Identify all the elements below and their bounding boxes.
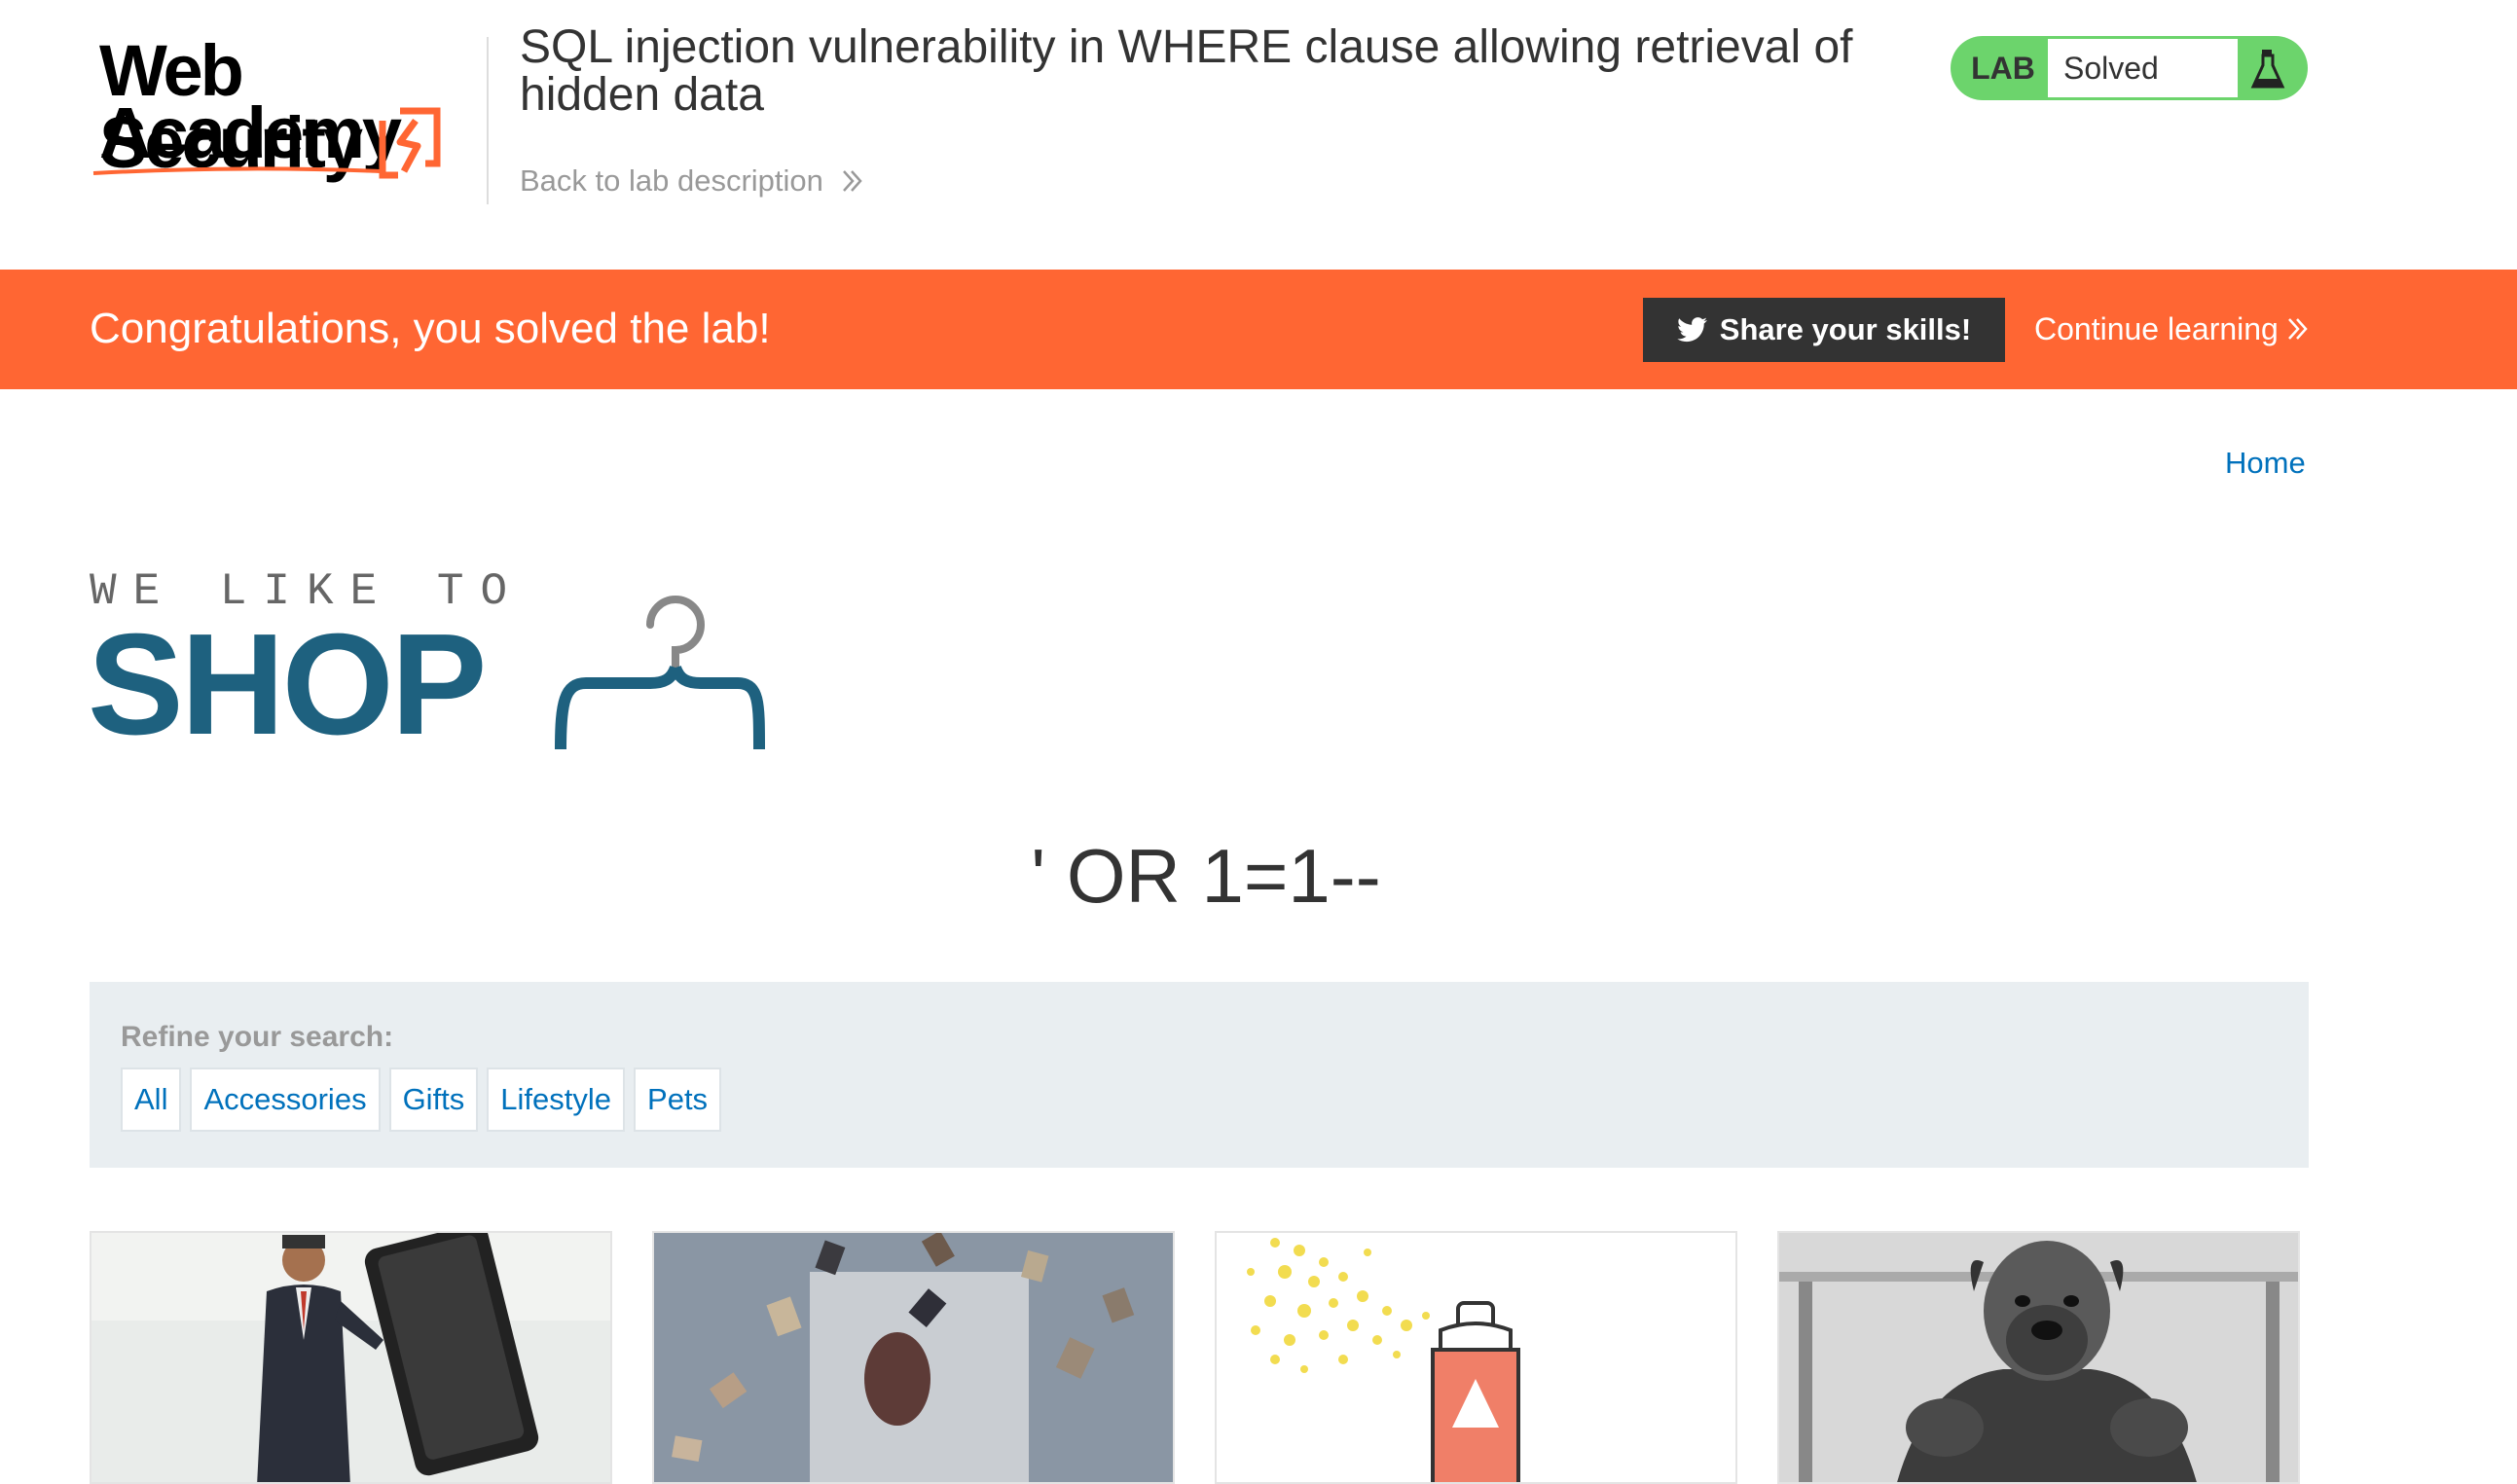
product-image-spray[interactable] xyxy=(1215,1231,1737,1484)
flying-books-image xyxy=(654,1233,1173,1482)
product-image-dog[interactable] xyxy=(1777,1231,2300,1484)
hanger-icon xyxy=(555,596,765,750)
filter-gifts[interactable]: Gifts xyxy=(388,1068,479,1132)
filter-pets[interactable]: Pets xyxy=(634,1068,722,1132)
flask-icon xyxy=(2250,50,2285,89)
home-link[interactable]: Home xyxy=(2225,446,2306,481)
filter-lifestyle[interactable]: Lifestyle xyxy=(487,1068,626,1132)
logo-line2: Academy xyxy=(99,92,402,173)
phone-presenter-image xyxy=(91,1233,610,1482)
back-link-label: Back to lab description xyxy=(520,163,823,198)
category-filter: Refine your search: All Accessories Gift… xyxy=(90,982,2309,1168)
double-chevron-right-icon xyxy=(842,170,862,192)
lab-status: Solved xyxy=(2048,39,2238,97)
filter-all[interactable]: All xyxy=(121,1068,182,1132)
product-grid xyxy=(90,1231,2309,1484)
continue-learning-link[interactable]: Continue learning xyxy=(2034,305,2310,353)
share-skills-label: Share your skills! xyxy=(1719,312,1972,346)
shop-logo-name: SHOP xyxy=(88,604,487,765)
filter-label: Refine your search: xyxy=(121,1021,394,1053)
product-image-books[interactable] xyxy=(652,1231,1175,1484)
spray-can-image xyxy=(1217,1233,1735,1482)
lab-status-badge: LAB Solved xyxy=(1951,36,2308,100)
share-skills-button[interactable]: Share your skills! xyxy=(1643,298,2005,362)
lab-label: LAB xyxy=(1971,51,2035,86)
continue-learning-label: Continue learning xyxy=(2034,311,2279,346)
web-security-academy-logo[interactable]: Web Security Academy xyxy=(90,27,498,183)
filter-accessories[interactable]: Accessories xyxy=(190,1068,381,1132)
lab-title: SQL injection vulnerability in WHERE cla… xyxy=(520,21,1853,121)
congratulations-message: Congratulations, you solved the lab! xyxy=(90,305,771,352)
logo-bolt-icon xyxy=(379,107,441,179)
logo-underline-icon xyxy=(92,166,381,175)
twitter-icon xyxy=(1676,317,1707,343)
filter-list: All Accessories Gifts Lifestyle Pets xyxy=(121,1068,722,1132)
we-like-to-shop-logo: WE LIKE TO SHOP xyxy=(88,555,788,763)
product-image-phone[interactable] xyxy=(90,1231,612,1484)
lab-header: Web Security Academy SQL injection vulne… xyxy=(0,0,2517,270)
muscular-dog-image xyxy=(1779,1233,2298,1482)
double-chevron-right-icon xyxy=(2287,318,2308,340)
search-query-heading: ' OR 1=1-- xyxy=(1031,833,1381,919)
back-to-lab-description-link[interactable]: Back to lab description xyxy=(520,163,864,199)
header-divider xyxy=(487,37,489,204)
solved-banner: Congratulations, you solved the lab! Sha… xyxy=(0,270,2517,389)
